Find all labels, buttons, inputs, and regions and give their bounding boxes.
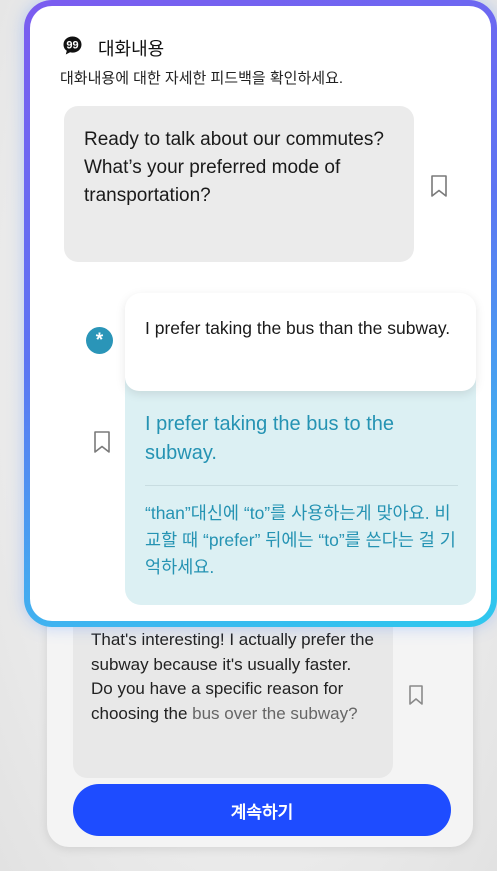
bookmark-icon[interactable] [405, 683, 427, 707]
feedback-explanation: “than”대신에 “to”를 사용하는게 맞아요. 비교할 때 “prefer… [145, 503, 456, 577]
ai-message-text: Ready to talk about our commutes? What’s… [84, 129, 384, 206]
svg-text:99: 99 [66, 39, 78, 51]
corrected-sentence: I prefer taking the bus to the subway. [145, 413, 395, 464]
user-message-bubble: I prefer taking the bus than the subway. [125, 293, 476, 391]
conversation-feedback-card: 99 대화내용 대화내용에 대한 자세한 피드백을 확인하세요. Ready t… [30, 6, 491, 621]
ai-message-bubble: Ready to talk about our commutes? What’s… [64, 106, 414, 262]
feedback-divider [145, 485, 458, 486]
header-title: 대화내용 [98, 39, 165, 59]
header-subtitle: 대화내용에 대한 자세한 피드백을 확인하세요. [60, 70, 344, 87]
highlighted-card-frame: 99 대화내용 대화내용에 대한 자세한 피드백을 확인하세요. Ready t… [24, 0, 497, 627]
user-message-text: I prefer taking the bus than the subway. [145, 318, 451, 338]
background-ai-message-faded-text: bus over the subway? [192, 703, 358, 723]
asterisk-avatar-icon: * [86, 327, 113, 354]
bookmark-icon[interactable] [91, 429, 113, 455]
continue-button[interactable]: 계속하기 [73, 784, 451, 836]
background-ai-message: That's interesting! I actually prefer th… [73, 618, 393, 778]
bookmark-icon[interactable] [428, 173, 450, 199]
feedback-box: I prefer taking the bus to the subway. “… [125, 378, 476, 605]
quote-bubble-icon: 99 [63, 36, 82, 55]
